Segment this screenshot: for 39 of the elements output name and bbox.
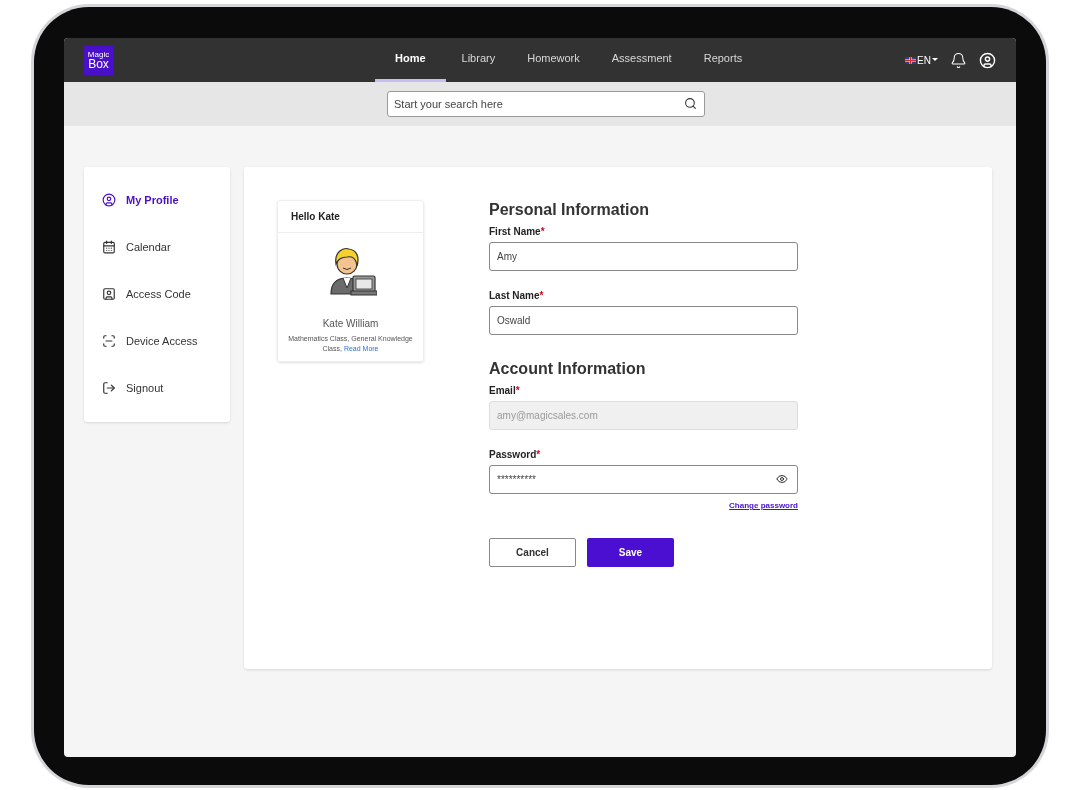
- sidebar-item[interactable]: Device Access: [102, 332, 230, 350]
- input-field[interactable]: Amy: [489, 242, 798, 271]
- user-circle-icon: [102, 193, 116, 207]
- profile-name: Kate William: [322, 317, 379, 331]
- scan-frame-icon: [102, 334, 116, 348]
- nav-tab[interactable]: Library: [445, 38, 512, 82]
- sidebar-item[interactable]: Calendar: [102, 238, 230, 256]
- save-button[interactable]: Save: [587, 538, 674, 567]
- caret-icon: [932, 58, 938, 62]
- input-field[interactable]: Oswald: [489, 306, 798, 335]
- search-field[interactable]: Start your search here: [387, 91, 705, 117]
- language-selector[interactable]: EN: [905, 52, 938, 68]
- section-heading: Personal Information: [489, 200, 651, 220]
- calendar-icon: [102, 240, 116, 254]
- sidebar-item[interactable]: Access Code: [102, 285, 230, 303]
- cancel-button[interactable]: Cancel: [489, 538, 576, 567]
- app-logo[interactable]: Magic Box: [84, 45, 113, 75]
- input-field[interactable]: **********: [489, 465, 798, 494]
- eye-icon[interactable]: [776, 473, 788, 485]
- search-icon[interactable]: [684, 97, 697, 110]
- bell-icon[interactable]: [950, 51, 967, 69]
- sidebar-item[interactable]: My Profile: [102, 191, 230, 209]
- contact-card-icon: [102, 287, 116, 301]
- logo-text: Box: [88, 58, 109, 70]
- change-password-link[interactable]: Change password: [729, 500, 798, 512]
- nav-tab[interactable]: Homework: [511, 38, 596, 82]
- section-heading: Account Information: [489, 359, 647, 379]
- logo-text: Magic: [87, 50, 110, 59]
- flag-icon: [905, 56, 917, 64]
- field-label: Last Name*: [489, 289, 545, 303]
- nav-tab[interactable]: Reports: [687, 38, 759, 82]
- field-label: Email*: [489, 384, 521, 398]
- sidebar-item[interactable]: Signout: [102, 379, 230, 397]
- field-label: Password*: [489, 448, 542, 462]
- sign-out-icon: [102, 381, 116, 395]
- nav-tab[interactable]: Assessment: [595, 38, 688, 82]
- greeting: Hello Kate: [278, 201, 423, 233]
- user-circle-icon[interactable]: [979, 51, 996, 69]
- field-label: First Name*: [489, 225, 546, 239]
